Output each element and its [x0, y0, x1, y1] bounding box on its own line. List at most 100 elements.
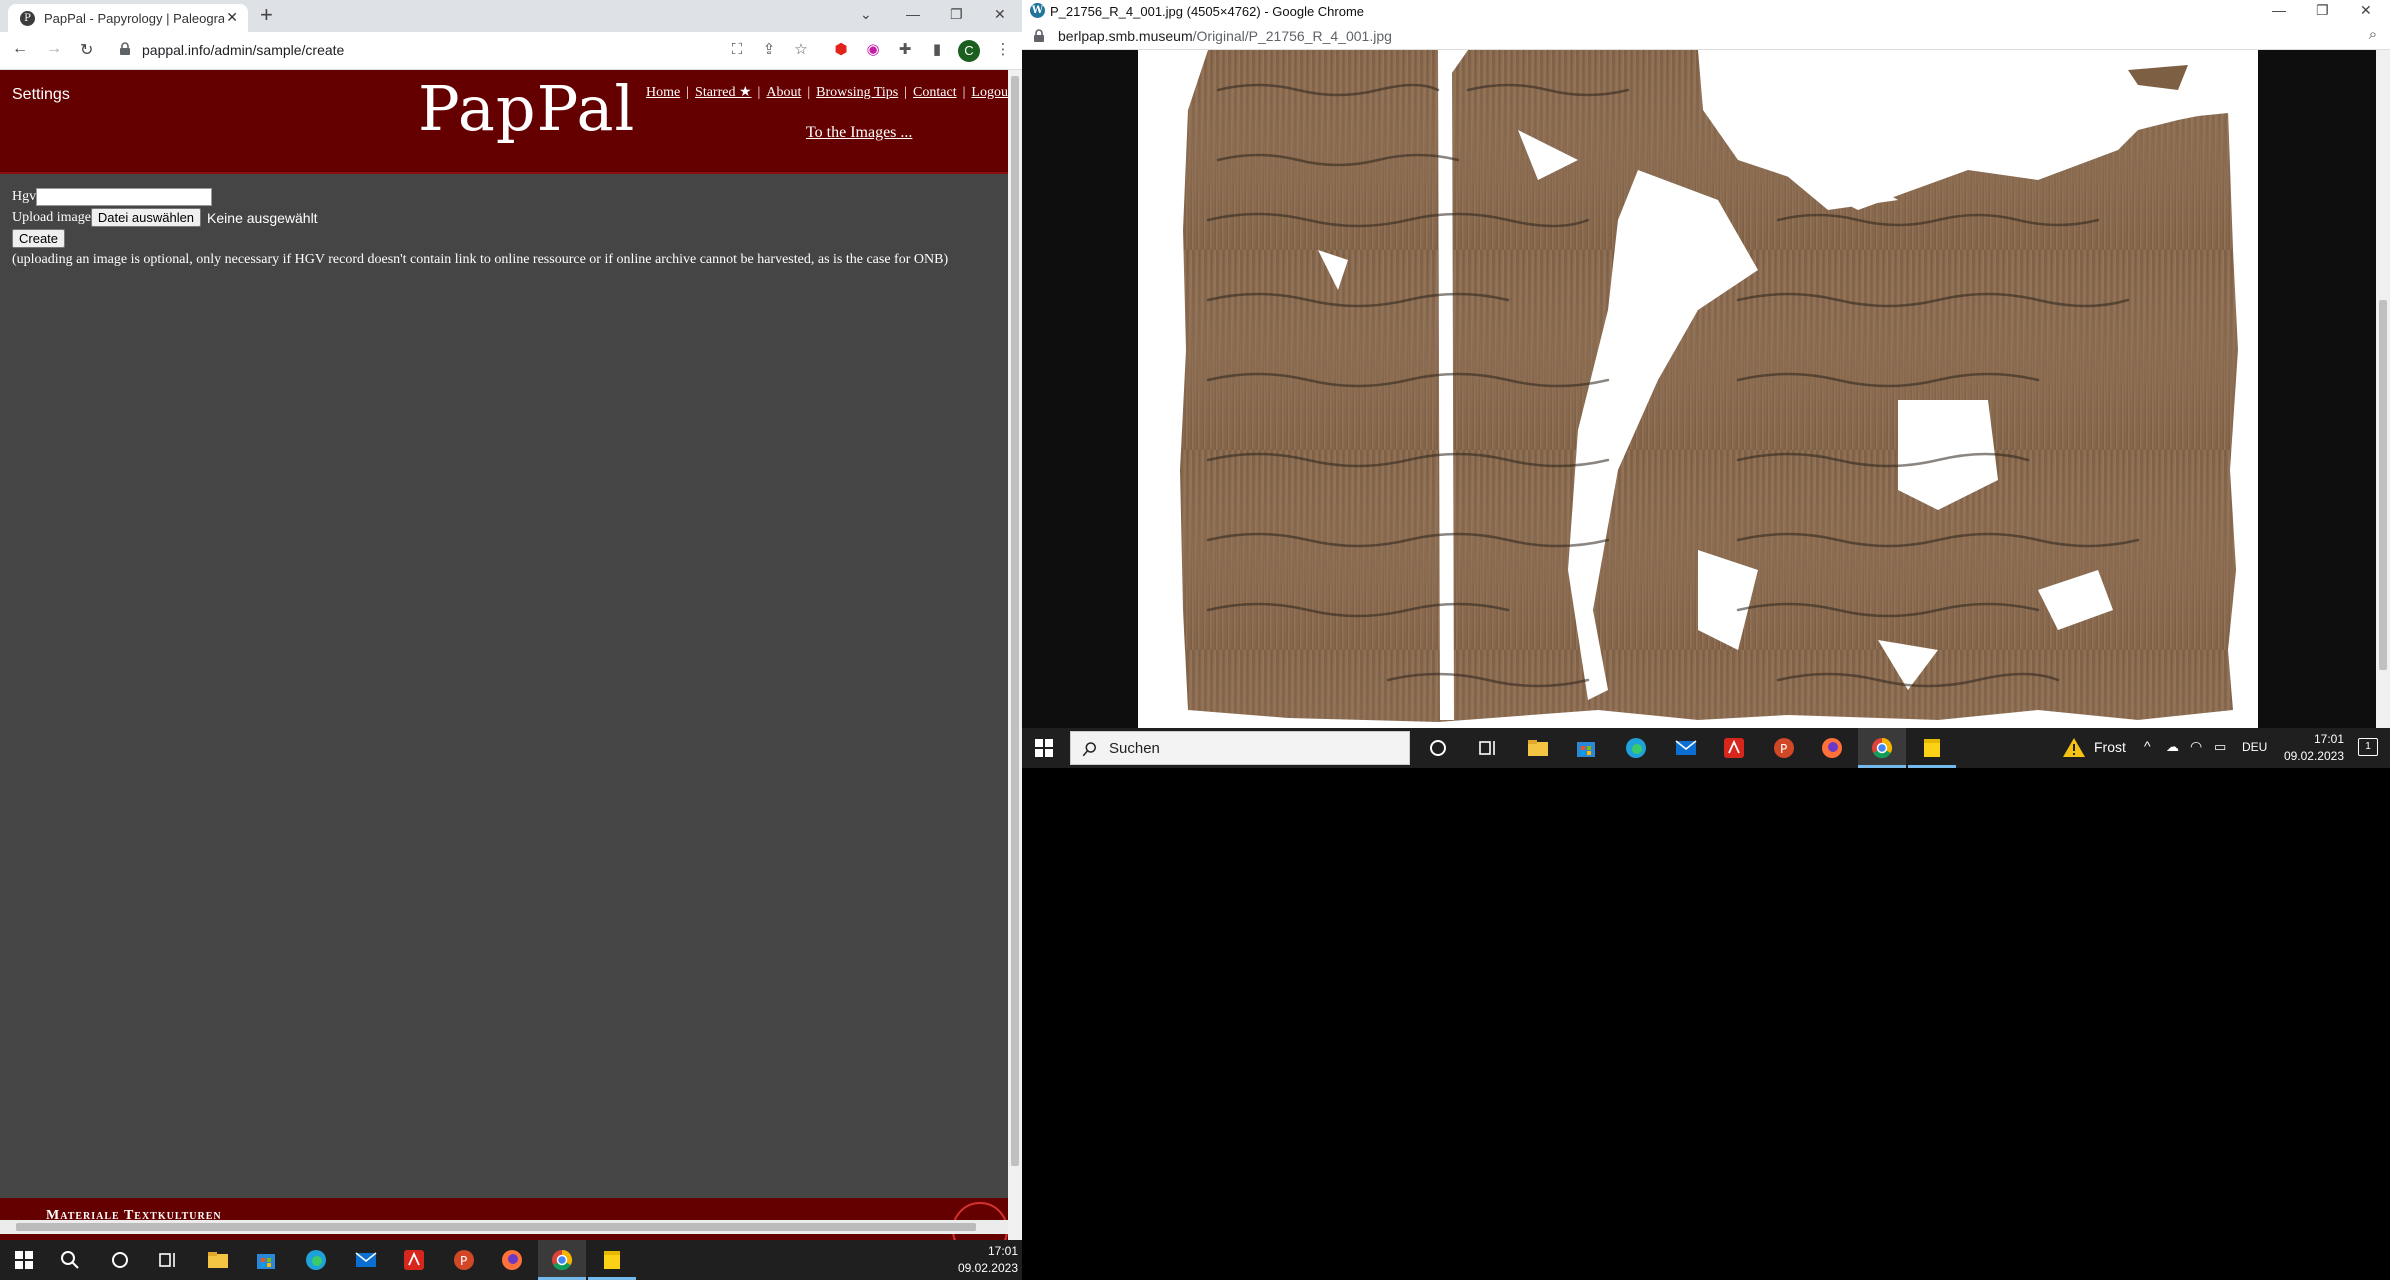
windows-start-icon[interactable] — [12, 1248, 36, 1272]
address-url[interactable]: berlpap.smb.museum/Original/P_21756_R_4_… — [1058, 28, 1392, 44]
image-viewer[interactable] — [1022, 50, 2376, 728]
chrome-icon[interactable] — [1870, 736, 1894, 760]
create-sample-form: Hgv Upload image Datei auswählen Keine a… — [12, 186, 948, 270]
onedrive-icon[interactable]: ☁ — [2166, 739, 2179, 755]
restore-icon[interactable]: ❐ — [950, 6, 963, 23]
svg-text:P: P — [460, 1254, 467, 1268]
create-button[interactable]: Create — [12, 229, 66, 248]
powerpoint-icon[interactable]: P — [452, 1248, 476, 1272]
address-bar[interactable]: pappal.info/admin/sample/create — [142, 42, 344, 58]
close-window-icon[interactable]: ✕ — [994, 6, 1006, 23]
tab-search-chevron-icon[interactable]: ⌄ — [860, 6, 872, 23]
hgv-label: Hgv — [12, 188, 37, 204]
right-clock[interactable]: 17:01 09.02.2023 — [2272, 731, 2344, 765]
restore-icon[interactable]: ❐ — [2316, 2, 2329, 19]
sticky-notes-icon[interactable] — [600, 1248, 624, 1272]
firefox-icon[interactable] — [1820, 736, 1844, 760]
minimize-icon[interactable]: — — [906, 6, 920, 22]
store-icon[interactable] — [1574, 736, 1598, 760]
notification-center-icon[interactable]: 1 — [2358, 738, 2378, 756]
profile-avatar[interactable]: C — [958, 40, 980, 62]
cortana-icon[interactable] — [1426, 736, 1450, 760]
powerpoint-icon[interactable]: P — [1772, 736, 1796, 760]
search-icon[interactable] — [58, 1248, 82, 1272]
pappal-logo[interactable]: PapPal — [418, 72, 635, 145]
lock-icon[interactable] — [1032, 29, 1046, 43]
browser-toolbar: ← → ↻ pappal.info/admin/sample/create ⛶ … — [0, 32, 1022, 70]
extension-purple-icon[interactable]: ◉ — [864, 41, 882, 59]
extensions-puzzle-icon[interactable]: ✚ — [896, 41, 914, 59]
nav-starred[interactable]: Starred ★ — [695, 85, 751, 100]
close-window-icon[interactable]: ✕ — [2360, 2, 2372, 19]
search-placeholder: Suchen — [1109, 740, 1160, 757]
sticky-notes-icon[interactable] — [1920, 736, 1944, 760]
weather-warning-icon[interactable] — [2062, 736, 2086, 760]
share-icon[interactable]: ⇪ — [760, 41, 778, 59]
task-view-icon[interactable] — [1476, 736, 1500, 760]
acrobat-icon[interactable] — [1722, 736, 1746, 760]
mail-icon[interactable] — [1674, 736, 1698, 760]
settings-link[interactable]: Settings — [12, 86, 70, 104]
cortana-icon[interactable] — [108, 1248, 132, 1272]
edge-icon[interactable] — [1624, 736, 1648, 760]
acrobat-icon[interactable] — [402, 1248, 426, 1272]
papyrus-image[interactable] — [1138, 50, 2258, 728]
left-taskbar: P 17:01 09.02.2023 — [0, 1240, 1022, 1280]
hgv-input[interactable] — [36, 187, 213, 206]
minimize-icon[interactable]: — — [2272, 2, 2286, 18]
left-browser-window: P PapPal - Papyrology | Paleograph ✕ + ⌄… — [0, 0, 1022, 1240]
vertical-scrollbar[interactable] — [1008, 70, 1022, 1240]
store-icon[interactable] — [254, 1248, 278, 1272]
no-file-selected-text: Keine ausgewählt — [207, 209, 318, 226]
left-clock-time: 17:01 — [987, 1244, 1018, 1258]
new-tab-icon[interactable]: + — [260, 4, 273, 26]
right-taskbar: Suchen P Frost ^ ☁ ◠ ▭ DEU 17:01 09.02.2… — [1022, 728, 2390, 768]
right-browser-window: W P_21756_R_4_001.jpg (4505×4762) - Goog… — [1022, 0, 2390, 768]
weather-text[interactable]: Frost — [2094, 739, 2126, 755]
right-address-bar[interactable]: berlpap.smb.museum/Original/P_21756_R_4_… — [1022, 22, 2390, 50]
site-header: Settings PapPal Home | Starred ★ | About | Bro… — [0, 70, 1008, 174]
tab-title: PapPal - Papyrology | Paleograph — [44, 11, 224, 26]
taskbar-search-box[interactable]: Suchen — [1070, 731, 1410, 765]
reload-icon[interactable]: ↻ — [80, 40, 93, 60]
mail-icon[interactable] — [354, 1248, 378, 1272]
translate-icon[interactable]: ⛶ — [728, 41, 746, 59]
nav-about[interactable]: About — [766, 85, 801, 100]
to-the-images-link[interactable]: To the Images ... — [806, 124, 912, 142]
battery-icon[interactable]: ▭ — [2214, 739, 2226, 755]
wifi-icon[interactable]: ◠ — [2190, 738, 2202, 755]
url-host: berlpap.smb.museum — [1058, 28, 1193, 44]
chrome-icon[interactable] — [550, 1248, 574, 1272]
bookmark-star-icon[interactable]: ☆ — [792, 41, 810, 59]
right-clock-date: 09.02.2023 — [2283, 749, 2344, 763]
horizontal-scrollbar[interactable] — [0, 1220, 1008, 1234]
nav-contact[interactable]: Contact — [913, 85, 957, 100]
back-icon[interactable]: ← — [12, 40, 28, 58]
extension-red-icon[interactable]: ⬢ — [832, 41, 850, 59]
edge-icon[interactable] — [304, 1248, 328, 1272]
upload-hint-text: (uploading an image is optional, only ne… — [12, 251, 949, 267]
nav-browsing-tips[interactable]: Browsing Tips — [816, 85, 898, 100]
task-view-icon[interactable] — [156, 1248, 180, 1272]
zoom-icon[interactable]: ⌕ — [2364, 26, 2382, 44]
file-explorer-icon[interactable] — [206, 1248, 230, 1272]
close-tab-icon[interactable]: ✕ — [226, 9, 238, 26]
file-explorer-icon[interactable] — [1526, 736, 1550, 760]
firefox-icon[interactable] — [500, 1248, 524, 1272]
language-indicator[interactable]: DEU — [2242, 740, 2267, 754]
forward-icon[interactable]: → — [46, 40, 62, 58]
side-panel-icon[interactable]: ▮ — [928, 41, 946, 59]
image-vertical-scrollbar[interactable] — [2376, 50, 2390, 728]
wordpress-favicon-icon: W — [1030, 3, 1045, 18]
menu-kebab-icon[interactable]: ⋮ — [994, 41, 1012, 59]
nav-logout[interactable]: Logou — [971, 85, 1008, 100]
nav-home[interactable]: Home — [646, 85, 680, 100]
show-hidden-icons-chevron-icon[interactable]: ^ — [2144, 738, 2151, 754]
left-clock[interactable]: 17:01 09.02.2023 — [958, 1243, 1018, 1277]
window-title: P_21756_R_4_001.jpg (4505×4762) - Google… — [1050, 4, 1365, 19]
choose-file-button[interactable]: Datei auswählen — [90, 208, 202, 227]
tab-pappal[interactable]: P PapPal - Papyrology | Paleograph ✕ — [8, 4, 248, 32]
sticky-notes-indicator — [1908, 765, 1956, 768]
windows-start-icon[interactable] — [1032, 736, 1056, 760]
lock-icon[interactable] — [118, 42, 132, 56]
